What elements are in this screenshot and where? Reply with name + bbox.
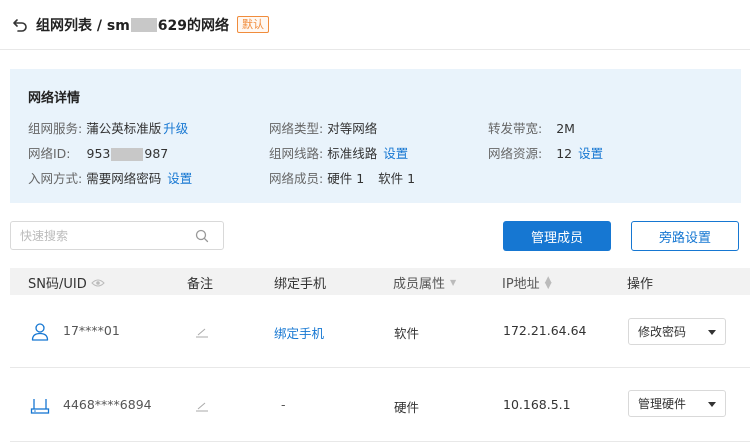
- table-row: 17****01 绑定手机 软件 172.21.64.64 修改密码: [10, 296, 750, 368]
- row-phone: -: [281, 397, 286, 412]
- action-select[interactable]: 管理硬件: [628, 390, 726, 417]
- row-attr: 软件: [394, 326, 420, 341]
- service-label: 组网服务:: [28, 121, 83, 136]
- service-value: 蒲公英标准版: [86, 121, 162, 136]
- action-select-value: 管理硬件: [638, 397, 687, 411]
- table-row: 4468****6894 - 硬件 10.168.5.1 管理硬件: [10, 370, 750, 442]
- page-title: 组网列表 / sm 629的网络 默认: [36, 15, 270, 35]
- bandwidth-field: 转发带宽: 2M: [488, 118, 575, 137]
- line-value: 标准线路: [327, 146, 378, 161]
- resource-value: 12: [556, 146, 573, 161]
- masked-text: [130, 17, 157, 32]
- edit-note-icon[interactable]: [195, 326, 209, 338]
- hardware-count: 硬件 1: [327, 171, 365, 186]
- default-badge: 默认: [237, 16, 270, 33]
- line-settings-link[interactable]: 设置: [383, 146, 408, 161]
- search-icon[interactable]: [195, 229, 209, 243]
- type-label: 网络类型:: [269, 121, 324, 136]
- software-count: 软件 1: [378, 171, 416, 186]
- network-id-label: 网络ID:: [28, 146, 71, 161]
- breadcrumb-suffix: 629的网络: [157, 17, 230, 34]
- line-label: 组网线路:: [269, 146, 324, 161]
- column-sn-label: SN码/UID: [28, 277, 87, 292]
- bypass-settings-button[interactable]: 旁路设置: [631, 221, 739, 251]
- row-sn: 17****01: [63, 323, 120, 338]
- sort-icon[interactable]: ▲ ▼: [545, 275, 552, 290]
- details-title: 网络详情: [28, 91, 81, 106]
- join-value: 需要网络密码: [86, 171, 162, 186]
- table-header: SN码/UID 备注 绑定手机 成员属性 ▼ IP地址 ▲ ▼ 操作: [10, 268, 750, 295]
- service-field: 组网服务: 蒲公英标准版 升级: [28, 118, 188, 137]
- type-value: 对等网络: [327, 121, 378, 136]
- masked-id: [111, 148, 144, 161]
- router-icon: [30, 399, 50, 414]
- type-field: 网络类型: 对等网络: [269, 118, 377, 137]
- members-field: 网络成员: 硬件 1 软件 1: [269, 168, 415, 187]
- join-label: 入网方式:: [28, 171, 83, 186]
- resource-field: 网络资源: 12 设置: [488, 143, 603, 162]
- join-field: 入网方式: 需要网络密码 设置: [28, 168, 192, 187]
- column-sn: SN码/UID: [28, 273, 105, 292]
- row-attr: 硬件: [394, 400, 420, 415]
- filter-caret-icon[interactable]: ▼: [450, 278, 456, 286]
- page-header: 组网列表 / sm 629的网络 默认: [0, 0, 750, 50]
- line-field: 组网线路: 标准线路 设置: [269, 143, 408, 162]
- resource-label: 网络资源:: [488, 146, 543, 161]
- column-action: 操作: [627, 277, 654, 292]
- column-attr-label: 成员属性: [393, 277, 446, 292]
- back-icon[interactable]: [12, 17, 28, 33]
- join-settings-link[interactable]: 设置: [167, 171, 192, 186]
- row-ip: 10.168.5.1: [503, 397, 571, 412]
- row-ip: 172.21.64.64: [503, 323, 587, 338]
- network-details-panel: 网络详情 组网服务: 蒲公英标准版 升级 网络类型: 对等网络 转发带宽: 2M 网络I…: [10, 69, 741, 203]
- breadcrumb-prefix: 组网列表 / sm: [36, 17, 130, 34]
- upgrade-link[interactable]: 升级: [163, 121, 188, 136]
- network-id-suffix: 987: [144, 146, 169, 161]
- column-ip[interactable]: IP地址 ▲ ▼: [502, 273, 552, 292]
- column-phone: 绑定手机: [274, 277, 327, 292]
- column-attr[interactable]: 成员属性 ▼: [393, 273, 456, 292]
- column-note: 备注: [187, 277, 214, 292]
- edit-note-icon[interactable]: [195, 400, 209, 412]
- column-ip-label: IP地址: [502, 277, 540, 292]
- resource-settings-link[interactable]: 设置: [578, 146, 603, 161]
- network-id-prefix: 953: [86, 146, 111, 161]
- chevron-down-icon: [708, 330, 716, 335]
- members-label: 网络成员:: [269, 171, 324, 186]
- search-box[interactable]: [10, 221, 224, 250]
- eye-icon[interactable]: [91, 278, 105, 288]
- bandwidth-label: 转发带宽:: [488, 121, 543, 136]
- manage-members-button[interactable]: 管理成员: [503, 221, 611, 251]
- bind-phone-link[interactable]: 绑定手机: [274, 323, 324, 342]
- network-id-field: 网络ID: 953 987: [28, 143, 168, 162]
- chevron-down-icon: [708, 402, 716, 407]
- action-select[interactable]: 修改密码: [628, 318, 726, 345]
- bandwidth-value: 2M: [556, 121, 575, 136]
- row-sn: 4468****6894: [63, 397, 152, 412]
- search-input[interactable]: [20, 228, 190, 243]
- action-select-value: 修改密码: [638, 325, 687, 339]
- user-icon: [31, 323, 49, 341]
